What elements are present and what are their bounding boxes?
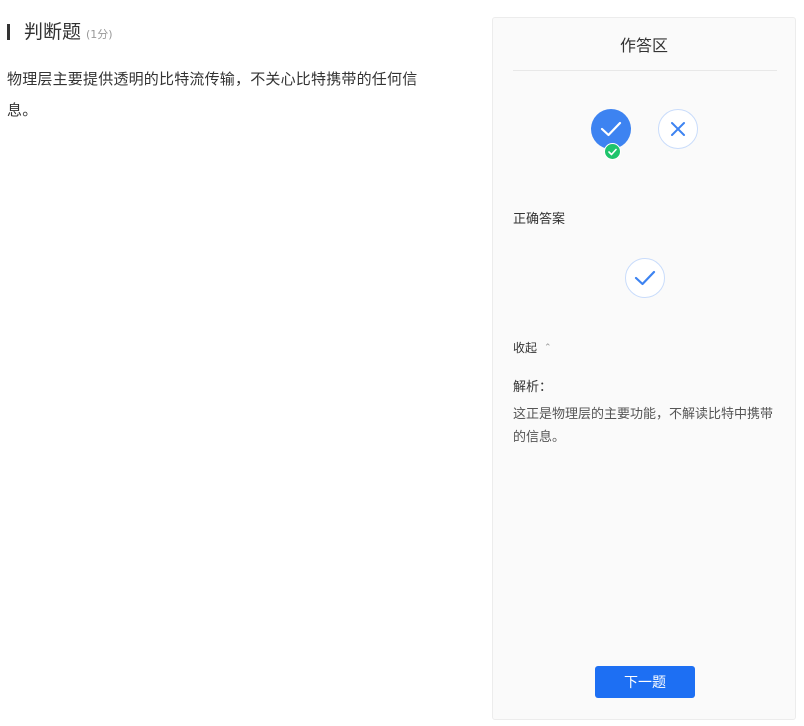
next-question-button[interactable]: 下一题 bbox=[595, 666, 695, 698]
check-icon bbox=[600, 121, 622, 137]
question-type-label: 判断题 bbox=[24, 21, 82, 43]
question-header: 判断题 (1分) bbox=[7, 20, 113, 44]
collapse-label: 收起 bbox=[513, 341, 538, 355]
correct-answer-label: 正确答案 bbox=[513, 212, 566, 227]
selected-badge bbox=[604, 143, 621, 160]
correct-answer-indicator bbox=[625, 258, 665, 298]
collapse-toggle[interactable]: 收起 ⌃ bbox=[513, 339, 552, 356]
close-icon bbox=[671, 122, 685, 136]
check-icon bbox=[634, 270, 656, 286]
option-false-button[interactable] bbox=[658, 109, 698, 149]
panel-divider bbox=[513, 70, 777, 71]
analysis-text: 这正是物理层的主要功能，不解读比特中携带的信息。 bbox=[513, 407, 774, 445]
analysis-label: 解析： bbox=[513, 380, 553, 395]
question-score: (1分) bbox=[86, 27, 113, 41]
answer-panel-title: 作答区 bbox=[619, 36, 668, 55]
title-marker-bar bbox=[7, 24, 10, 40]
page: 判断题 (1分) 物理层主要提供透明的比特流传输，不关心比特携带的任何信息。 作… bbox=[0, 0, 804, 726]
question-text: 物理层主要提供透明的比特流传输，不关心比特携带的任何信息。 bbox=[7, 70, 418, 119]
answer-panel: 作答区 正确答案 收起 ⌃ 解析： 这正是物理层的主要功能，不解读比特中携带的信… bbox=[492, 17, 796, 720]
chevron-up-icon: ⌃ bbox=[544, 342, 552, 353]
check-icon bbox=[608, 148, 617, 155]
